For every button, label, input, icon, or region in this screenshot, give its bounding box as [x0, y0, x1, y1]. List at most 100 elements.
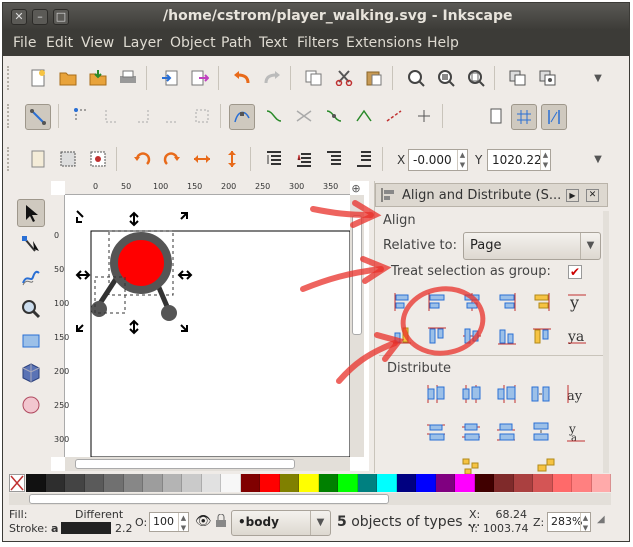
menu-layer[interactable]: Layer [123, 35, 162, 51]
color-swatch[interactable] [435, 474, 455, 492]
save-icon[interactable] [87, 67, 109, 89]
lower-to-bottom-icon[interactable] [353, 148, 375, 170]
rotate-cw-icon[interactable] [161, 148, 183, 170]
tweak-tool-icon[interactable] [17, 263, 45, 291]
menu-extensions[interactable]: Extensions [346, 35, 422, 51]
toolbar-overflow-icon[interactable]: ▼ [587, 67, 609, 89]
y-input[interactable]: 1020.22 ▲ ▼ [487, 149, 551, 171]
open-folder-icon[interactable] [57, 67, 79, 89]
color-swatch[interactable] [201, 474, 221, 492]
distribute-bottom-edges-icon[interactable] [493, 419, 519, 445]
snap-object-centers-icon[interactable] [413, 105, 435, 127]
snap-bbox-edge-icon[interactable] [101, 105, 123, 127]
opacity-input[interactable]: 100 ▲ ▼ [149, 512, 189, 532]
menu-view[interactable]: View [81, 35, 114, 51]
color-swatch[interactable] [162, 474, 182, 492]
snap-guides-icon[interactable] [541, 104, 567, 130]
scale-handle-icon[interactable] [75, 270, 91, 280]
horizontal-scroll-thumb[interactable] [75, 459, 295, 469]
relative-to-select[interactable]: Page ▼ [463, 232, 601, 260]
export-icon[interactable] [189, 67, 211, 89]
snap-cusp-nodes-icon[interactable] [353, 105, 375, 127]
duplicate-icon[interactable] [507, 67, 529, 89]
color-swatch[interactable] [416, 474, 436, 492]
distribute-gaps-vertically-icon[interactable] [528, 419, 554, 445]
maximize-window-button[interactable]: □ [53, 9, 69, 25]
toolbar-grip[interactable] [7, 104, 11, 128]
snap-bbox-icon[interactable] [71, 105, 93, 127]
zoom-input[interactable]: 283% ▲ ▼ [547, 512, 591, 532]
color-swatch[interactable] [143, 474, 163, 492]
toolbar-overflow-icon[interactable]: ▼ [587, 148, 609, 170]
color-swatch[interactable] [377, 474, 397, 492]
distribute-gaps-horizontally-icon[interactable] [528, 381, 554, 407]
menu-filters[interactable]: Filters [297, 35, 339, 51]
color-swatch[interactable] [260, 474, 280, 492]
color-swatch[interactable] [279, 474, 299, 492]
color-swatch[interactable] [494, 474, 514, 492]
color-swatch[interactable] [26, 474, 46, 492]
snap-bbox-corner-icon[interactable] [131, 105, 153, 127]
zoom-page-icon[interactable] [465, 67, 487, 89]
flip-vertical-icon[interactable] [221, 148, 243, 170]
snap-intersections-icon[interactable] [293, 105, 315, 127]
color-swatch[interactable] [299, 474, 319, 492]
color-swatch[interactable] [45, 474, 65, 492]
3d-box-tool-icon[interactable] [17, 359, 45, 387]
panel-scrollbar[interactable] [603, 211, 609, 473]
scale-handle-icon[interactable] [129, 211, 139, 227]
color-swatch[interactable] [513, 474, 533, 492]
menu-help[interactable]: Help [427, 35, 459, 51]
new-document-icon[interactable] [27, 67, 49, 89]
opacity-spin-arrows[interactable]: ▲ ▼ [178, 513, 188, 532]
raise-icon[interactable] [293, 148, 315, 170]
x-input[interactable]: -0.000 ▲ ▼ [408, 149, 468, 171]
distribute-baselines-horizontally-icon[interactable]: ay [563, 381, 589, 407]
right-foot[interactable] [161, 305, 177, 321]
distribute-baselines-vertically-icon[interactable]: ya [563, 419, 589, 445]
resize-grip-icon[interactable]: ◢ [597, 514, 605, 525]
scale-handle-icon[interactable] [180, 212, 188, 220]
zoom-selection-icon[interactable] [405, 67, 427, 89]
snap-midpoints-icon[interactable] [383, 105, 405, 127]
color-swatch[interactable] [240, 474, 260, 492]
cut-icon[interactable] [333, 67, 355, 89]
select-all-layers-icon[interactable] [57, 148, 79, 170]
scale-handle-icon[interactable] [76, 324, 84, 332]
align-bottom-edges-icon[interactable] [494, 323, 520, 349]
align-top-to-bottom-icon[interactable] [529, 323, 555, 349]
color-swatch[interactable] [533, 474, 553, 492]
color-swatch[interactable] [65, 474, 85, 492]
snap-bbox-center-icon[interactable] [191, 105, 213, 127]
distribute-left-edges-icon[interactable] [423, 381, 449, 407]
menu-path[interactable]: Path [221, 35, 252, 51]
snap-toggle-icon[interactable] [25, 104, 51, 130]
y-spin-arrows[interactable]: ▲ ▼ [540, 150, 550, 170]
toolbar-grip[interactable] [7, 147, 11, 171]
rotate-ccw-icon[interactable] [131, 148, 153, 170]
left-foot[interactable] [91, 301, 107, 317]
align-text-anchors-icon[interactable]: ya [564, 323, 590, 349]
snap-page-border-icon[interactable] [485, 105, 507, 127]
color-swatch[interactable] [123, 474, 143, 492]
align-baseline-text-icon[interactable]: y [564, 289, 590, 315]
color-swatch[interactable] [104, 474, 124, 492]
drawing-canvas[interactable] [65, 195, 350, 457]
fill-value[interactable]: Different [75, 508, 123, 521]
paste-icon[interactable] [363, 67, 385, 89]
zoom-corner-icon[interactable]: ⊕ [349, 181, 363, 195]
color-swatch[interactable] [182, 474, 202, 492]
close-window-button[interactable]: ✕ [11, 9, 27, 25]
panel-close-icon[interactable]: ✕ [586, 189, 599, 202]
canvas-vertical-scrollbar[interactable] [350, 195, 364, 457]
x-spin-arrows[interactable]: ▲ ▼ [457, 150, 467, 170]
zoom-tool-icon[interactable] [17, 295, 45, 323]
minimize-window-button[interactable]: – [32, 9, 48, 25]
current-layer-select[interactable]: •body ▼ [231, 510, 331, 536]
toolbar-grip[interactable] [7, 66, 11, 90]
stroke-width-value[interactable]: 2.2 [115, 522, 133, 535]
panel-expand-icon[interactable]: ▶ [566, 189, 579, 202]
selector-tool-icon[interactable] [17, 199, 45, 227]
palette-scroll-thumb[interactable] [29, 494, 389, 504]
raise-to-top-icon[interactable] [263, 148, 285, 170]
